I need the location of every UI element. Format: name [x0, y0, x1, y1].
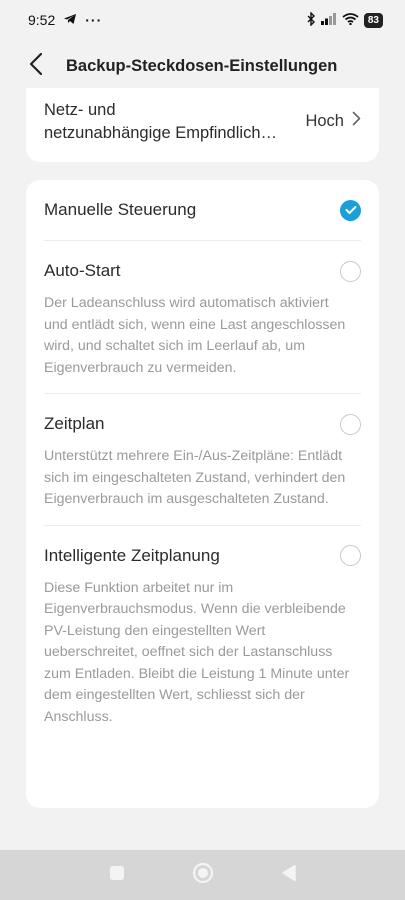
option-description: Diese Funktion arbeitet nur im Eigenverb…	[44, 579, 350, 725]
radio-unchecked-icon[interactable]	[340, 545, 361, 566]
system-back-button[interactable]	[277, 863, 301, 887]
status-bar: 9:52 ··· 83	[0, 0, 405, 40]
status-time: 9:52	[28, 12, 56, 28]
option-description: Der Ladeanschluss wird automatisch aktiv…	[44, 295, 346, 376]
back-button[interactable]	[14, 44, 58, 88]
chevron-right-icon	[352, 111, 361, 131]
option-manual-control-head[interactable]: Manuelle Steuerung	[44, 180, 361, 240]
home-button[interactable]	[191, 862, 215, 889]
recents-button[interactable]	[105, 863, 129, 887]
header: Backup-Steckdosen-Einstellungen	[0, 44, 405, 88]
status-left: 9:52 ···	[28, 12, 102, 28]
circle-icon	[192, 862, 214, 889]
option-title: Auto-Start	[44, 261, 121, 280]
bluetooth-icon	[306, 10, 316, 29]
option-schedule: Zeitplan Unterstützt mehrere Ein-/Aus-Ze…	[44, 394, 361, 526]
option-smart-schedule-head[interactable]: Intelligente Zeitplanung	[44, 526, 361, 586]
status-more-dots: ···	[85, 12, 103, 28]
option-manual-control: Manuelle Steuerung	[44, 180, 361, 241]
option-title: Manuelle Steuerung	[44, 200, 197, 219]
option-auto-start-head[interactable]: Auto-Start	[44, 241, 361, 301]
battery-level: 83	[363, 12, 383, 28]
sensitivity-label: Netz- und netzunabhängige Empfindlichkei…	[44, 99, 282, 145]
triangle-back-icon	[281, 864, 297, 887]
sensitivity-label-line2: netzunabhängige Empfindlichkeit	[44, 124, 282, 142]
cellular-signal-icon	[320, 12, 337, 28]
option-auto-start: Auto-Start Der Ladeanschluss wird automa…	[44, 241, 361, 394]
option-smart-schedule: Intelligente Zeitplanung Diese Funktion …	[44, 526, 361, 743]
mode-options-card: Manuelle Steuerung Auto-Start Der Ladean…	[26, 180, 379, 808]
system-nav-bar	[0, 850, 405, 900]
radio-unchecked-icon[interactable]	[340, 413, 361, 435]
wifi-icon	[342, 12, 359, 28]
option-schedule-head[interactable]: Zeitplan	[44, 394, 361, 454]
sensitivity-value-group: Hoch	[305, 111, 361, 131]
telegram-icon	[63, 12, 77, 28]
option-title: Zeitplan	[44, 414, 105, 433]
option-description: Unterstützt mehrere Ein-/Aus-Zeitpläne: …	[44, 448, 346, 507]
sensitivity-value: Hoch	[305, 111, 344, 130]
chevron-left-icon	[29, 52, 43, 81]
page-title: Backup-Steckdosen-Einstellungen	[66, 56, 338, 75]
check-circle-icon[interactable]	[340, 199, 361, 221]
status-right: 83	[306, 10, 383, 29]
radio-unchecked-icon[interactable]	[340, 260, 361, 282]
option-title: Intelligente Zeitplanung	[44, 545, 220, 565]
square-icon	[109, 865, 125, 886]
sensitivity-setting-row[interactable]: Netz- und netzunabhängige Empfindlichkei…	[26, 88, 379, 162]
sensitivity-label-line1: Netz- und	[44, 101, 116, 119]
